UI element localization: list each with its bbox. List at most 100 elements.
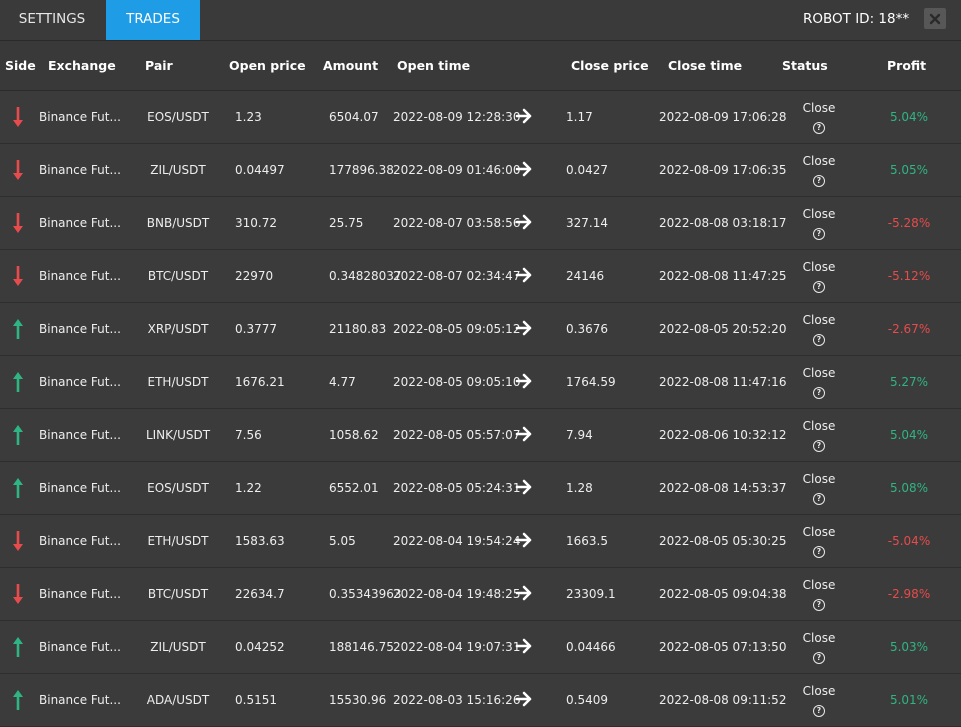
open-price-cell: 1.23 [216, 90, 310, 144]
close-button[interactable] [924, 8, 946, 29]
help-icon[interactable]: ? [812, 281, 825, 293]
help-icon[interactable]: ? [812, 546, 825, 558]
col-arrow [512, 41, 560, 91]
help-icon[interactable]: ? [812, 122, 825, 134]
arrow-right-icon [515, 161, 532, 176]
profit-cell: -5.12% [864, 249, 961, 303]
direction-arrow [512, 196, 560, 250]
open-time-cell: 2022-08-05 09:05:10 [392, 355, 520, 409]
close-time-cell: 2022-08-05 09:04:38 [657, 567, 786, 621]
help-icon[interactable]: ? [812, 599, 825, 611]
tab-settings[interactable]: SETTINGS [0, 0, 104, 40]
table-row: Binance Fut... ZIL/USDT 0.04252 188146.75 20… [0, 620, 961, 674]
amount-cell: 6504.07 [310, 90, 392, 144]
pair-cell: BTC/USDT [140, 249, 216, 303]
status-label: Close [802, 207, 836, 221]
close-time-cell: 2022-08-05 05:30:25 [657, 514, 786, 568]
table-row: Binance Fut... BNB/USDT 310.72 25.75 2022-08… [0, 196, 961, 250]
trades-table: Side Exchange Pair Open price Amount Ope… [0, 41, 961, 727]
tab-trades[interactable]: TRADES [106, 0, 200, 40]
col-close-time: Close time [657, 41, 764, 91]
close-time-cell: 2022-08-05 07:13:50 [657, 620, 786, 674]
pair-cell: BTC/USDT [140, 567, 216, 621]
arrow-right-icon [515, 320, 532, 335]
amount-cell: 0.35343963 [310, 567, 402, 621]
close-price-cell: 327.14 [560, 196, 657, 250]
close-price-cell: 23309.1 [560, 567, 657, 621]
col-exchange: Exchange [36, 41, 140, 91]
profit-cell: -5.04% [864, 514, 961, 568]
close-price-cell: 1764.59 [560, 355, 657, 409]
status-label: Close [802, 366, 836, 380]
help-icon[interactable]: ? [812, 440, 825, 452]
help-icon[interactable]: ? [812, 334, 825, 346]
close-price-cell: 1.17 [560, 90, 657, 144]
exchange-cell: Binance Fut... [36, 461, 140, 515]
col-open-time: Open time [392, 41, 512, 91]
direction-arrow [512, 302, 560, 356]
help-icon[interactable]: ? [812, 493, 825, 505]
arrow-right-icon [515, 479, 532, 494]
close-time-cell: 2022-08-08 14:53:37 [657, 461, 786, 515]
arrow-right-icon [515, 108, 532, 123]
close-time-cell: 2022-08-08 03:18:17 [657, 196, 786, 250]
profit-cell: 5.04% [864, 90, 961, 144]
direction-arrow [512, 620, 560, 674]
arrow-up-icon [13, 319, 23, 339]
side-cell [0, 408, 36, 462]
open-time-cell: 2022-08-04 19:07:31 [392, 620, 520, 674]
direction-arrow [512, 514, 560, 568]
pair-cell: XRP/USDT [140, 302, 216, 356]
profit-cell: -2.98% [864, 567, 961, 621]
profit-cell: -2.67% [864, 302, 961, 356]
open-price-cell: 1676.21 [216, 355, 310, 409]
col-pair: Pair [140, 41, 216, 91]
open-time-cell: 2022-08-04 19:48:25 [392, 567, 520, 621]
status-label: Close [802, 578, 836, 592]
open-time-cell: 2022-08-04 19:54:24 [392, 514, 520, 568]
table-row: Binance Fut... BTC/USDT 22634.7 0.35343963 2… [0, 567, 961, 621]
profit-cell: 5.08% [864, 461, 961, 515]
amount-cell: 6552.01 [310, 461, 392, 515]
profit-cell: 5.27% [864, 355, 961, 409]
side-cell [0, 196, 36, 250]
table-row: Binance Fut... XRP/USDT 0.3777 21180.83 2022… [0, 302, 961, 356]
table-row: Binance Fut... ETH/USDT 1583.63 5.05 2022-08… [0, 514, 961, 568]
close-price-cell: 0.04466 [560, 620, 657, 674]
open-price-cell: 0.04497 [216, 143, 310, 197]
close-time-cell: 2022-08-09 17:06:28 [657, 90, 786, 144]
table-header: Side Exchange Pair Open price Amount Ope… [0, 41, 961, 91]
close-time-cell: 2022-08-08 11:47:25 [657, 249, 786, 303]
arrow-right-icon [515, 532, 532, 547]
arrow-right-icon [515, 638, 532, 653]
open-price-cell: 7.56 [216, 408, 310, 462]
close-time-cell: 2022-08-09 17:06:35 [657, 143, 786, 197]
pair-cell: LINK/USDT [140, 408, 216, 462]
close-price-cell: 1.28 [560, 461, 657, 515]
open-price-cell: 0.3777 [216, 302, 310, 356]
open-price-cell: 1.22 [216, 461, 310, 515]
help-icon[interactable]: ? [812, 387, 825, 399]
help-icon[interactable]: ? [812, 705, 825, 717]
amount-cell: 21180.83 [310, 302, 392, 356]
amount-cell: 5.05 [310, 514, 392, 568]
arrow-down-icon [13, 584, 23, 604]
close-price-cell: 0.5409 [560, 673, 657, 727]
close-price-cell: 24146 [560, 249, 657, 303]
pair-cell: ETH/USDT [140, 355, 216, 409]
status-label: Close [802, 154, 836, 168]
arrow-right-icon [515, 373, 532, 388]
arrow-up-icon [13, 478, 23, 498]
open-time-cell: 2022-08-05 05:24:31 [392, 461, 520, 515]
close-time-cell: 2022-08-08 11:47:16 [657, 355, 786, 409]
open-price-cell: 1583.63 [216, 514, 310, 568]
side-cell [0, 143, 36, 197]
help-icon[interactable]: ? [812, 228, 825, 240]
exchange-cell: Binance Fut... [36, 196, 140, 250]
open-price-cell: 22970 [216, 249, 310, 303]
amount-cell: 25.75 [310, 196, 392, 250]
help-icon[interactable]: ? [812, 652, 825, 664]
status-label: Close [802, 525, 836, 539]
open-time-cell: 2022-08-05 05:57:07 [392, 408, 520, 462]
help-icon[interactable]: ? [812, 175, 825, 187]
